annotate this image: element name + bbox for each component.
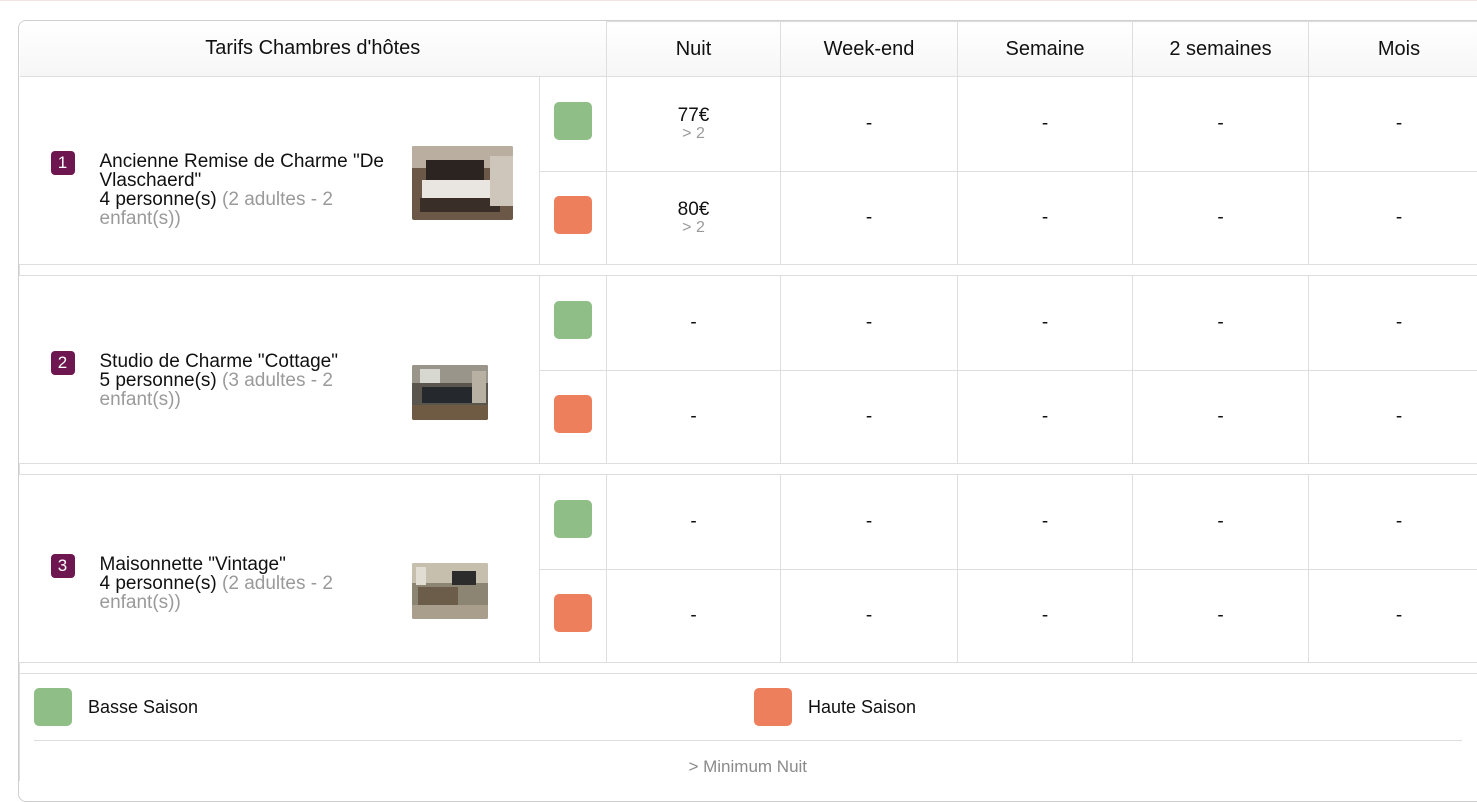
- season-marker: [540, 276, 607, 371]
- high-season-swatch: [554, 196, 592, 234]
- col-header-2-semaines: 2 semaines: [1133, 22, 1309, 77]
- rate-cell: -: [781, 276, 958, 371]
- rate-cell: -: [958, 276, 1133, 371]
- rate-cell: -: [781, 569, 958, 663]
- col-header-semaine: Semaine: [958, 22, 1133, 77]
- room-description: Studio de Charme "Cottage" 5 personne(s)…: [100, 352, 390, 409]
- row-separator: [20, 663, 1477, 674]
- legend-low-season: Basse Saison: [34, 688, 198, 726]
- rate-cell: -: [1309, 370, 1477, 464]
- room-number-badge: 2: [51, 351, 75, 375]
- rate-cell: -: [1133, 569, 1309, 663]
- rate-cell: -: [1309, 77, 1477, 172]
- legend-low-season-label: Basse Saison: [88, 697, 198, 718]
- room-number-badge: 3: [51, 554, 75, 578]
- rate-cell: -: [1309, 171, 1477, 265]
- low-season-swatch: [554, 301, 592, 339]
- table-row: 1 Ancienne Remise de Charme "De Vlaschae…: [20, 77, 1477, 172]
- room-persons: 4 personne(s): [100, 573, 217, 594]
- rate-cell: -: [1133, 475, 1309, 570]
- high-season-swatch: [554, 395, 592, 433]
- legend-high-season: Haute Saison: [754, 688, 916, 726]
- room-description: Maisonnette "Vintage" 4 personne(s) (2 a…: [100, 555, 390, 612]
- room-3-info: 3 Maisonnette "Vintage" 4 personne(s) (2…: [20, 475, 540, 663]
- room-name[interactable]: Maisonnette "Vintage": [100, 555, 390, 574]
- rate-cell: -: [607, 276, 781, 371]
- legend: Basse Saison Haute Saison: [20, 674, 1477, 740]
- rate-cell: -: [1133, 77, 1309, 172]
- rate-cell: -: [958, 77, 1133, 172]
- rate-cell: -: [607, 370, 781, 464]
- rate-cell: -: [958, 569, 1133, 663]
- room-persons: 5 personne(s): [100, 370, 217, 391]
- low-season-swatch: [34, 688, 72, 726]
- table-row: 3 Maisonnette "Vintage" 4 personne(s) (2…: [20, 475, 1477, 570]
- rate-cell: 77€> 2: [607, 77, 781, 172]
- high-season-swatch: [554, 594, 592, 632]
- room-2-info: 2 Studio de Charme "Cottage" 5 personne(…: [20, 276, 540, 464]
- rates-table: Tarifs Chambres d'hôtes Nuit Week-end Se…: [19, 21, 1477, 781]
- season-marker: [540, 569, 607, 663]
- room-photo[interactable]: [412, 146, 513, 220]
- season-marker: [540, 475, 607, 570]
- room-persons: 4 personne(s): [100, 189, 217, 210]
- rate-cell: -: [1133, 370, 1309, 464]
- season-marker: [540, 171, 607, 265]
- rate-cell: -: [958, 171, 1133, 265]
- low-season-swatch: [554, 500, 592, 538]
- rate-cell: -: [1309, 569, 1477, 663]
- room-photo[interactable]: [412, 365, 488, 420]
- rate-cell: -: [1133, 276, 1309, 371]
- room-name[interactable]: Studio de Charme "Cottage": [100, 352, 390, 371]
- high-season-swatch: [754, 688, 792, 726]
- rate-cell: 80€> 2: [607, 171, 781, 265]
- room-name[interactable]: Ancienne Remise de Charme "De Vlaschaerd…: [100, 152, 390, 190]
- table-row: 2 Studio de Charme "Cottage" 5 personne(…: [20, 276, 1477, 371]
- season-marker: [540, 77, 607, 172]
- rate-cell: -: [1309, 475, 1477, 570]
- min-nights: > 2: [607, 126, 780, 142]
- col-header-nuit: Nuit: [607, 22, 781, 77]
- rate-cell: -: [607, 475, 781, 570]
- rate-cell: -: [781, 171, 958, 265]
- row-separator: [20, 265, 1477, 276]
- table-title: Tarifs Chambres d'hôtes: [20, 22, 607, 77]
- room-number-badge: 1: [51, 151, 75, 175]
- room-photo[interactable]: [412, 563, 488, 619]
- table-header: Tarifs Chambres d'hôtes Nuit Week-end Se…: [20, 22, 1477, 77]
- rate-cell: -: [781, 475, 958, 570]
- low-season-swatch: [554, 102, 592, 140]
- legend-row: Basse Saison Haute Saison > Minimum Nuit: [20, 674, 1477, 782]
- col-header-week-end: Week-end: [781, 22, 958, 77]
- rate-cell: -: [958, 370, 1133, 464]
- rate-cell: -: [607, 569, 781, 663]
- rate-cell: -: [1309, 276, 1477, 371]
- rate-cell: -: [781, 370, 958, 464]
- season-marker: [540, 370, 607, 464]
- rate-cell: -: [958, 475, 1133, 570]
- room-1-info: 1 Ancienne Remise de Charme "De Vlaschae…: [20, 77, 540, 265]
- legend-high-season-label: Haute Saison: [808, 697, 916, 718]
- rate-cell: -: [1133, 171, 1309, 265]
- col-header-mois: Mois: [1309, 22, 1477, 77]
- legend-note: > Minimum Nuit: [34, 740, 1462, 781]
- room-description: Ancienne Remise de Charme "De Vlaschaerd…: [100, 152, 390, 228]
- min-nights: > 2: [607, 220, 780, 236]
- rate-cell: -: [781, 77, 958, 172]
- rates-panel: Tarifs Chambres d'hôtes Nuit Week-end Se…: [18, 20, 1477, 802]
- row-separator: [20, 464, 1477, 475]
